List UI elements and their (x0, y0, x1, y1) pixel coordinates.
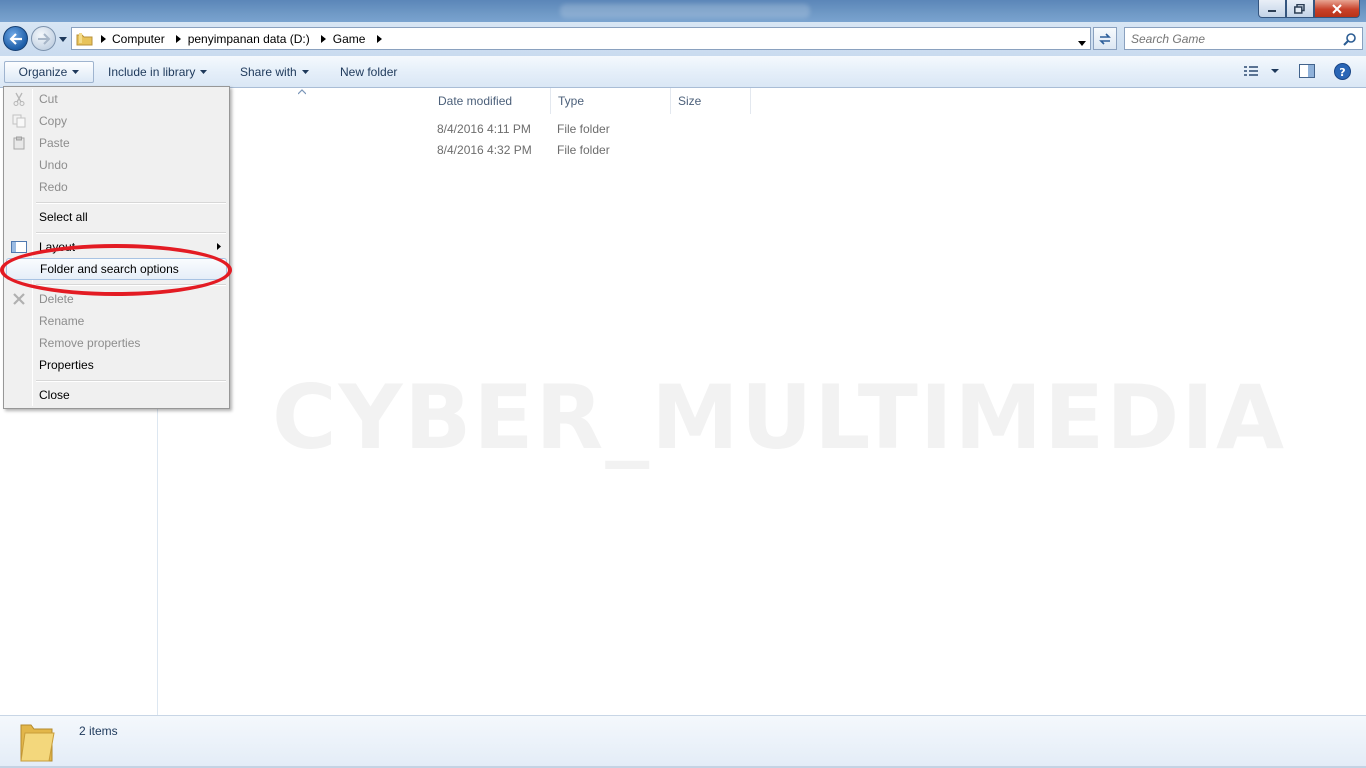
svg-text:?: ? (1339, 66, 1345, 79)
help-button[interactable]: ? (1334, 63, 1351, 80)
sort-ascending-icon (298, 89, 306, 95)
layout-icon (11, 239, 27, 255)
menu-item-cut[interactable]: Cut (6, 88, 227, 110)
table-row[interactable]: 8/4/2016 4:11 PM File folder (437, 119, 677, 139)
menu-item-rename[interactable]: Rename (6, 310, 227, 332)
title-bar (0, 0, 1366, 22)
folder-icon (20, 724, 55, 762)
preview-pane-button[interactable] (1299, 64, 1315, 78)
copy-icon (11, 113, 27, 129)
window-title (560, 4, 810, 18)
date-cell: 8/4/2016 4:11 PM (437, 122, 531, 136)
close-window-button[interactable] (1314, 0, 1360, 18)
menu-item-select-all[interactable]: Select all (6, 206, 227, 228)
delete-icon (11, 291, 27, 307)
command-bar: Organize Include in library Share with N… (0, 56, 1366, 88)
back-button[interactable] (3, 26, 28, 51)
refresh-button[interactable] (1093, 27, 1117, 50)
folder-icon (76, 31, 94, 47)
chevron-down-icon (72, 70, 80, 74)
column-header-date-modified[interactable]: Date modified (431, 88, 551, 114)
window-controls (1258, 0, 1360, 18)
breadcrumb-game[interactable]: Game (331, 32, 373, 46)
date-cell: 8/4/2016 4:32 PM (437, 143, 532, 157)
menu-item-delete[interactable]: Delete (6, 288, 227, 310)
breadcrumb-separator-icon[interactable] (317, 32, 331, 46)
clipboard-icon (11, 135, 27, 151)
arrow-left-icon (8, 32, 22, 45)
menu-item-redo[interactable]: Redo (6, 176, 227, 198)
breadcrumb-separator-icon[interactable] (172, 32, 186, 46)
column-header-type[interactable]: Type (551, 88, 671, 114)
menu-item-copy[interactable]: Copy (6, 110, 227, 132)
chevron-down-icon (1078, 41, 1086, 46)
address-dropdown-button[interactable] (1078, 35, 1086, 49)
address-row: Computer penyimpanan data (D:) Game (0, 22, 1366, 56)
scissors-icon (11, 91, 27, 107)
organize-menu: Cut Copy Paste Undo Redo Select all Layo… (3, 86, 230, 409)
search-box[interactable] (1124, 27, 1363, 50)
chevron-down-icon[interactable] (1268, 64, 1282, 78)
organize-button[interactable]: Organize (4, 61, 94, 83)
breadcrumb-separator-icon[interactable] (96, 32, 110, 46)
breadcrumb-drive[interactable]: penyimpanan data (D:) (186, 32, 317, 46)
menu-separator (36, 202, 226, 204)
menu-item-remove-properties[interactable]: Remove properties (6, 332, 227, 354)
file-list[interactable]: Date modified Type Size 8/4/2016 4:11 PM… (159, 88, 1366, 715)
details-view-icon (1244, 66, 1258, 76)
preview-pane-icon (1299, 64, 1315, 78)
type-cell: File folder (557, 143, 610, 157)
new-folder-button[interactable]: New folder (332, 61, 405, 83)
chevron-down-icon (200, 70, 208, 74)
restore-button[interactable] (1286, 0, 1314, 18)
menu-item-close[interactable]: Close (6, 384, 227, 406)
address-bar[interactable]: Computer penyimpanan data (D:) Game (71, 27, 1091, 50)
menu-separator (36, 380, 226, 382)
include-in-library-button[interactable]: Include in library (100, 61, 215, 83)
search-input[interactable] (1131, 31, 1331, 46)
menu-item-undo[interactable]: Undo (6, 154, 227, 176)
forward-button[interactable] (31, 26, 56, 51)
change-view-button[interactable] (1243, 64, 1282, 78)
column-header-size[interactable]: Size (671, 88, 751, 114)
menu-separator (36, 232, 226, 234)
chevron-down-icon (301, 70, 309, 74)
minimize-button[interactable] (1258, 0, 1286, 18)
recent-pages-button[interactable] (58, 34, 68, 44)
item-count: 2 items (79, 724, 118, 738)
arrow-right-icon (37, 32, 50, 45)
restore-icon (1294, 3, 1305, 14)
chevron-down-icon (59, 36, 67, 42)
breadcrumb-computer[interactable]: Computer (110, 32, 172, 46)
search-icon[interactable] (1343, 32, 1357, 49)
minimize-icon (1268, 9, 1276, 12)
menu-item-paste[interactable]: Paste (6, 132, 227, 154)
menu-item-layout[interactable]: Layout (6, 236, 227, 258)
type-cell: File folder (557, 122, 610, 136)
close-icon (1332, 3, 1342, 14)
share-with-button[interactable]: Share with (232, 61, 317, 83)
status-bar: 2 items (0, 715, 1366, 768)
menu-item-folder-and-search-options[interactable]: Folder and search options (6, 258, 227, 280)
refresh-icon (1099, 32, 1111, 45)
chevron-right-icon (217, 243, 221, 250)
menu-item-properties[interactable]: Properties (6, 354, 227, 376)
help-icon: ? (1334, 63, 1351, 80)
breadcrumb-separator-icon[interactable] (372, 32, 386, 46)
menu-separator (36, 284, 226, 286)
table-row[interactable]: 8/4/2016 4:32 PM File folder (437, 140, 677, 160)
